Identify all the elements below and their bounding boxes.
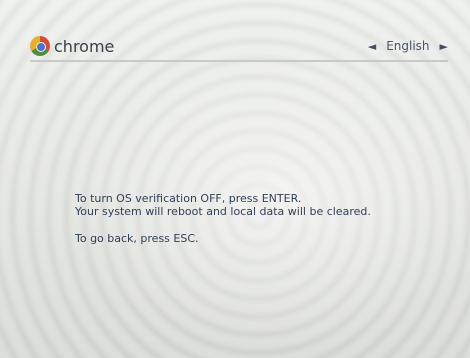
language-selector[interactable]: ◄ English ► — [368, 34, 448, 58]
branding: chrome — [30, 34, 114, 58]
recovery-screen: chrome ◄ English ► To turn OS verificati… — [0, 0, 470, 358]
brand-label: chrome — [54, 36, 115, 56]
message-line-2: Your system will reboot and local data w… — [75, 205, 371, 218]
chevron-left-icon[interactable]: ◄ — [368, 40, 376, 53]
language-label[interactable]: English — [386, 39, 429, 53]
chevron-right-icon[interactable]: ► — [440, 40, 448, 53]
message-line-1: To turn OS verification OFF, press ENTER… — [75, 192, 302, 205]
message-gap — [75, 218, 435, 232]
message-line-3: To go back, press ESC. — [75, 232, 199, 245]
chrome-logo-icon — [30, 36, 50, 56]
verification-message: To turn OS verification OFF, press ENTER… — [75, 192, 435, 245]
header-bar: chrome ◄ English ► — [30, 34, 448, 58]
header-divider — [30, 60, 448, 62]
